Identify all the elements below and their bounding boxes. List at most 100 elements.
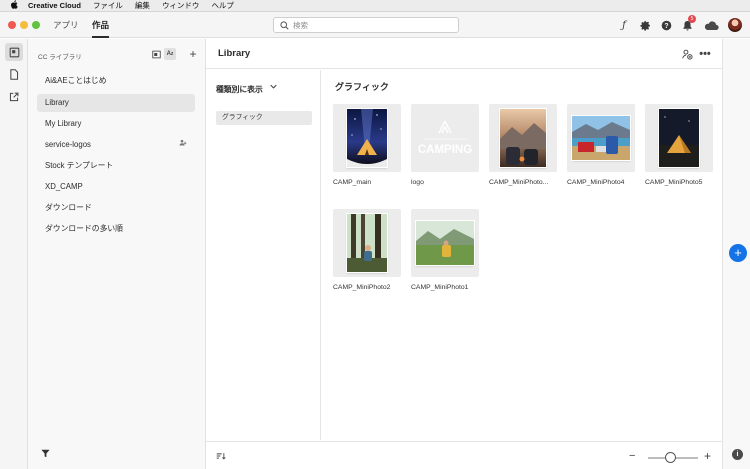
library-item-ai-ae[interactable]: Ai&AEことはじめ <box>37 72 195 90</box>
asset-label: CAMP_MiniPhoto... <box>489 179 549 186</box>
library-panel: CC ライブラリ Az + Ai&AEことはじめ Library My Libr… <box>28 39 206 469</box>
search-input[interactable] <box>293 20 443 30</box>
shared-user-icon <box>179 136 187 154</box>
library-item-label: Stock テンプレート <box>45 161 114 170</box>
zoom-out-button[interactable]: − <box>629 450 635 462</box>
gear-icon[interactable] <box>638 18 652 32</box>
mac-menu-bar: Creative Cloud ファイル 編集 ウィンドウ ヘルプ <box>0 0 750 12</box>
right-strip: + i <box>722 39 750 469</box>
notification-bell-icon[interactable]: 5 <box>680 15 696 32</box>
files-rail-button[interactable] <box>5 65 23 83</box>
view-by-pane: 種類別に表示 グラフィック <box>206 70 321 440</box>
asset-card-camp-miniphoto1[interactable]: CAMP_MiniPhoto1 <box>411 209 479 291</box>
document-icon <box>10 68 19 80</box>
asset-card-camp-miniphoto5[interactable]: CAMP_MiniPhoto5 <box>645 104 713 186</box>
menu-file[interactable]: ファイル <box>93 0 123 11</box>
sort-icon[interactable] <box>216 452 226 462</box>
info-icon[interactable]: i <box>732 449 743 460</box>
library-item-label: service-logos <box>45 140 91 149</box>
search-icon <box>280 20 289 30</box>
tent-night-photo-icon <box>347 109 387 164</box>
window-titlebar: アプリ 作品 ƒ ? 5 <box>0 12 750 38</box>
asset-label: CAMP_main <box>333 179 372 186</box>
meadow-hiker-photo-icon <box>416 221 474 265</box>
add-asset-button[interactable]: + <box>729 244 747 262</box>
page-title: Library <box>218 48 251 59</box>
asset-card-camp-main[interactable]: CAMP_main <box>333 104 401 186</box>
minimize-window-button[interactable] <box>20 21 28 29</box>
asset-label: logo <box>411 179 424 186</box>
external-link-icon <box>9 92 19 102</box>
library-item-xd-camp[interactable]: XD_CAMP <box>37 178 195 196</box>
library-item-label: My Library <box>45 119 82 128</box>
zoom-in-button[interactable]: + <box>704 449 711 463</box>
campfire-photo-icon <box>500 109 546 167</box>
library-item-most-downloaded[interactable]: ダウンロードの多い順 <box>37 220 195 238</box>
library-panel-header: CC ライブラリ <box>38 54 82 61</box>
asset-thumbnail[interactable] <box>333 104 401 172</box>
lake-camp-photo-icon <box>572 116 630 160</box>
library-icon <box>9 47 19 57</box>
tab-apps[interactable]: アプリ <box>53 18 79 38</box>
libraries-rail-button[interactable] <box>5 43 23 61</box>
library-item-my-library[interactable]: My Library <box>37 115 195 133</box>
library-item-service-logos[interactable]: service-logos <box>37 136 195 154</box>
apple-menu-icon[interactable] <box>10 0 20 11</box>
library-item-label: XD_CAMP <box>45 182 83 191</box>
asset-card-camp-miniphoto2[interactable]: CAMP_MiniPhoto2 <box>333 209 401 291</box>
search-box[interactable] <box>273 17 459 33</box>
left-rail <box>0 39 28 469</box>
tab-work[interactable]: 作品 <box>92 18 110 38</box>
avatar[interactable] <box>728 18 742 32</box>
asset-label: CAMP_MiniPhoto5 <box>645 179 703 186</box>
zoom-slider-handle[interactable] <box>665 452 676 463</box>
svg-text:?: ? <box>664 22 668 29</box>
library-item-library[interactable]: Library <box>37 94 195 112</box>
close-window-button[interactable] <box>8 21 16 29</box>
asset-thumbnail[interactable] <box>645 104 713 172</box>
forest-hiker-photo-icon <box>347 214 387 272</box>
view-by-label[interactable]: 種類別に表示 <box>216 84 263 95</box>
library-item-label: Ai&AEことはじめ <box>45 76 107 85</box>
library-item-label: ダウンロードの多い順 <box>45 224 123 233</box>
library-item-label: ダウンロード <box>45 203 92 212</box>
shared-rail-button[interactable] <box>5 88 23 106</box>
menu-app-name[interactable]: Creative Cloud <box>28 1 81 10</box>
asset-label: CAMP_MiniPhoto2 <box>333 284 391 291</box>
library-content: Library ••• 種類別に表示 グラフィック グラフィック CAMP_ma… <box>206 39 722 469</box>
collaborate-icon[interactable] <box>680 47 694 61</box>
section-title: グラフィック <box>335 82 389 92</box>
fonts-icon[interactable]: ƒ <box>617 18 631 32</box>
menu-edit[interactable]: 編集 <box>135 0 150 11</box>
add-library-button[interactable]: + <box>187 47 199 61</box>
asset-card-camp-miniphoto[interactable]: CAMP_MiniPhoto... <box>489 104 557 186</box>
camping-logo-icon: CAMPING <box>418 120 472 156</box>
logo-text: CAMPING <box>418 144 472 156</box>
menu-window[interactable]: ウィンドウ <box>162 0 200 11</box>
asset-card-camp-miniphoto4[interactable]: CAMP_MiniPhoto4 <box>567 104 635 186</box>
menu-help[interactable]: ヘルプ <box>211 0 234 11</box>
asset-label: CAMP_MiniPhoto1 <box>411 284 469 291</box>
library-item-stock-templates[interactable]: Stock テンプレート <box>37 157 195 175</box>
more-options-icon[interactable]: ••• <box>698 47 712 61</box>
zoom-window-button[interactable] <box>32 21 40 29</box>
asset-thumbnail[interactable]: CAMPING <box>411 104 479 172</box>
asset-thumbnail[interactable] <box>489 104 557 172</box>
library-item-downloads[interactable]: ダウンロード <box>37 199 195 217</box>
asset-thumbnail[interactable] <box>333 209 401 277</box>
help-icon[interactable]: ? <box>659 18 673 32</box>
filter-icon[interactable] <box>41 449 50 460</box>
asset-label: CAMP_MiniPhoto4 <box>567 179 625 186</box>
cloud-icon[interactable] <box>703 18 719 32</box>
filter-item-graphics[interactable]: グラフィック <box>216 111 312 125</box>
asset-thumbnail[interactable] <box>567 104 635 172</box>
tent-dusk-photo-icon <box>659 109 699 167</box>
asset-thumbnail[interactable] <box>411 209 479 277</box>
content-header: Library ••• <box>206 39 722 69</box>
chevron-down-icon[interactable] <box>270 84 277 91</box>
library-panel-view-icon[interactable] <box>150 48 162 60</box>
asset-card-logo[interactable]: CAMPING logo <box>411 104 479 186</box>
sort-alpha-icon[interactable]: Az <box>164 48 176 60</box>
notification-badge: 5 <box>688 15 696 23</box>
content-footer: − + <box>206 441 722 469</box>
